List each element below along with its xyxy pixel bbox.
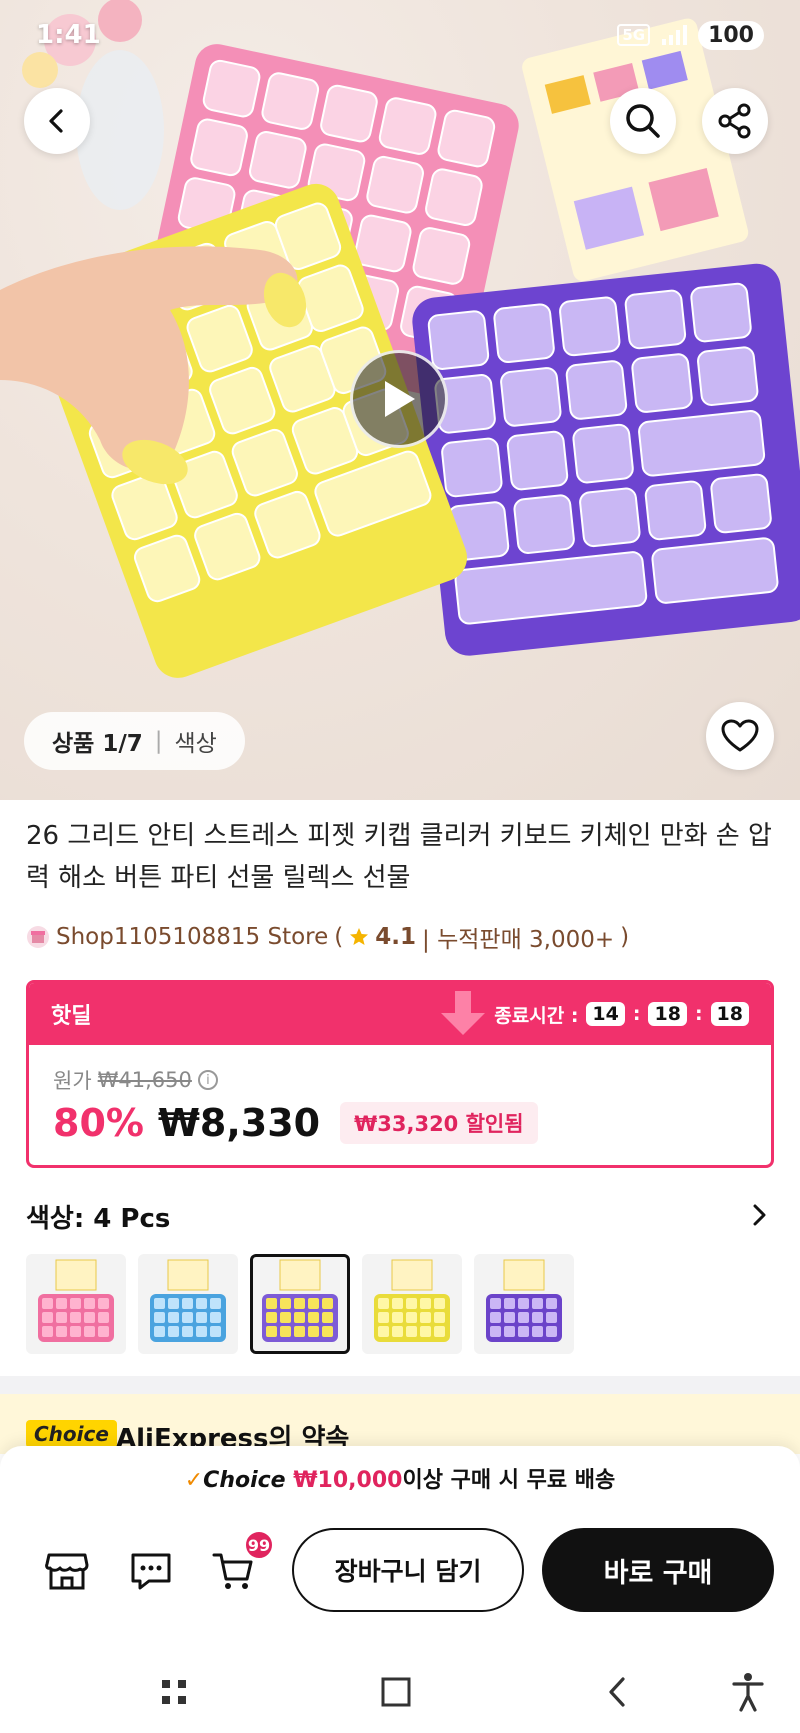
countdown-seconds: 18 xyxy=(710,1002,749,1026)
original-price-row: 원가 ₩41,650 i xyxy=(53,1065,218,1095)
discount-percent: 80% xyxy=(53,1101,144,1145)
home-button[interactable] xyxy=(374,1670,418,1714)
check-icon: ✓ xyxy=(184,1468,204,1493)
info-icon[interactable]: i xyxy=(197,1070,218,1090)
countdown-minutes: 18 xyxy=(648,1002,687,1026)
status-time: 1:41 xyxy=(36,20,101,50)
store-close-paren: ) xyxy=(620,924,630,950)
accessibility-button[interactable] xyxy=(726,1670,770,1714)
color-variant-thumb-purple[interactable] xyxy=(474,1254,574,1354)
hot-deal-header: 핫딜 종료시간 : 14 : 18 : 18 xyxy=(29,983,771,1045)
variant-image xyxy=(38,1259,114,1342)
color-variant-list xyxy=(26,1254,574,1354)
section-divider xyxy=(0,1376,800,1394)
chat-icon xyxy=(131,1553,171,1590)
countdown-label: 종료시간 : xyxy=(494,1004,579,1027)
chevron-left-icon xyxy=(49,109,63,133)
signal-icon xyxy=(662,25,688,45)
color-variant-thumb-pink[interactable] xyxy=(26,1254,126,1354)
store-sales: | 누적판매 3,000+ xyxy=(422,927,615,953)
counter-separator: | xyxy=(154,728,163,754)
countdown-separator: : xyxy=(632,1003,641,1025)
status-indicators: 5G 100 xyxy=(617,20,764,50)
sale-price-row: 80% ₩8,330 ₩33,320 할인됨 xyxy=(53,1101,538,1145)
free-shipping-notice: ✓Choice ₩10,000이상 구매 시 무료 배송 xyxy=(0,1462,800,1494)
free-shipping-text: 이상 구매 시 무료 배송 xyxy=(402,1468,616,1493)
variant-image xyxy=(262,1259,338,1342)
back-icon xyxy=(609,1677,625,1707)
play-video-button[interactable] xyxy=(350,350,448,448)
home-icon xyxy=(381,1677,411,1707)
color-gallery-tab[interactable]: 색상 xyxy=(175,724,217,758)
hot-deal-box: 핫딜 종료시간 : 14 : 18 : 18 원가 ₩41,650 i 80% … xyxy=(26,980,774,1168)
free-shipping-threshold: ₩10,000 xyxy=(293,1468,403,1493)
back-button[interactable] xyxy=(24,88,90,154)
buy-now-button[interactable]: 바로 구매 xyxy=(542,1528,774,1612)
savings-badge: ₩33,320 할인됨 xyxy=(340,1102,538,1144)
chat-button[interactable] xyxy=(126,1546,176,1596)
cart-icon xyxy=(212,1553,253,1589)
store-open-paren: ( xyxy=(334,924,344,950)
star-icon xyxy=(350,928,369,945)
gallery-counter[interactable]: 상품 1/7 | 색상 xyxy=(24,712,245,770)
store-icon xyxy=(27,926,49,948)
store-link[interactable]: Shop1105108815 Store ( 4.1 | 누적판매 3,000+… xyxy=(26,920,629,954)
countdown: 종료시간 : 14 : 18 : 18 xyxy=(494,1001,749,1028)
wishlist-button[interactable] xyxy=(706,702,774,770)
hot-deal-title: 핫딜 xyxy=(51,1004,92,1029)
down-arrow-icon xyxy=(441,991,485,1035)
search-button[interactable] xyxy=(610,88,676,154)
share-button[interactable] xyxy=(702,88,768,154)
countdown-hours: 14 xyxy=(586,1002,625,1026)
variant-image xyxy=(486,1259,562,1342)
shipping-choice-word: Choice xyxy=(203,1468,286,1493)
original-price-label: 원가 xyxy=(53,1069,92,1093)
chevron-right-icon[interactable] xyxy=(748,1202,770,1228)
store-rating: 4.1 xyxy=(375,924,417,950)
accessibility-icon xyxy=(732,1673,764,1712)
share-icon xyxy=(718,103,751,139)
recent-apps-button[interactable] xyxy=(152,1670,196,1714)
play-icon xyxy=(385,381,415,417)
variant-image xyxy=(150,1259,226,1342)
image-counter: 상품 1/7 xyxy=(52,731,143,757)
add-to-cart-button[interactable]: 장바구니 담기 xyxy=(292,1528,524,1612)
system-back-button[interactable] xyxy=(596,1670,640,1714)
original-price: ₩41,650 xyxy=(97,1068,192,1092)
countdown-separator: : xyxy=(694,1003,703,1025)
status-bar: 1:41 5G 100 xyxy=(0,0,800,70)
choice-badge: Choice xyxy=(26,1420,117,1448)
network-badge: 5G xyxy=(617,24,651,46)
store-name: Shop1105108815 Store xyxy=(56,924,329,950)
color-variant-thumb-mixed[interactable] xyxy=(250,1254,350,1354)
recents-icon xyxy=(162,1680,186,1704)
color-variant-thumb-blue[interactable] xyxy=(138,1254,238,1354)
product-detail-screen: 1:41 5G 100 상품 1/7 | 색상 26 그리드 안티 스트레스 피… xyxy=(0,0,800,1733)
storefront-icon xyxy=(45,1553,89,1590)
store-button[interactable] xyxy=(42,1546,92,1596)
color-option-label: 색상: 4 Pcs xyxy=(26,1204,171,1234)
battery-indicator: 100 xyxy=(698,20,764,50)
heart-icon xyxy=(721,719,759,752)
search-icon xyxy=(626,104,660,138)
cart-count-badge: 99 xyxy=(244,1530,274,1560)
sale-price: ₩8,330 xyxy=(157,1101,321,1145)
product-title: 26 그리드 안티 스트레스 피젯 키캡 클리커 키보드 키체인 만화 손 압력… xyxy=(26,821,772,893)
variant-image xyxy=(374,1259,450,1342)
color-variant-thumb-yellow[interactable] xyxy=(362,1254,462,1354)
